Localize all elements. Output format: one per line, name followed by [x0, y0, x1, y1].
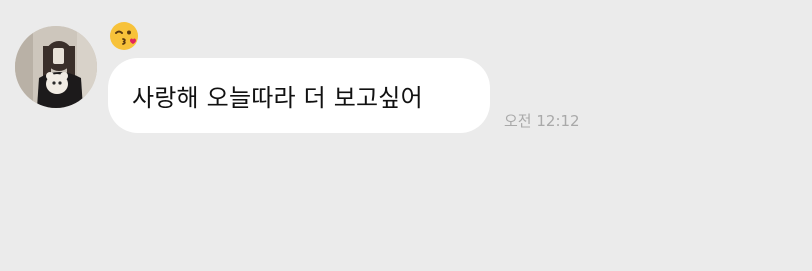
reaction-emoji	[108, 20, 140, 52]
message-text: 사랑해 오늘따라 더 보고싶어	[132, 84, 423, 112]
message-bubble[interactable]: 사랑해 오늘따라 더 보고싶어	[108, 58, 490, 133]
message-timestamp: 오전 12:12	[504, 112, 580, 130]
sender-avatar[interactable]	[15, 26, 97, 108]
kiss-face-icon	[110, 22, 138, 50]
profile-photo-icon	[15, 26, 97, 108]
